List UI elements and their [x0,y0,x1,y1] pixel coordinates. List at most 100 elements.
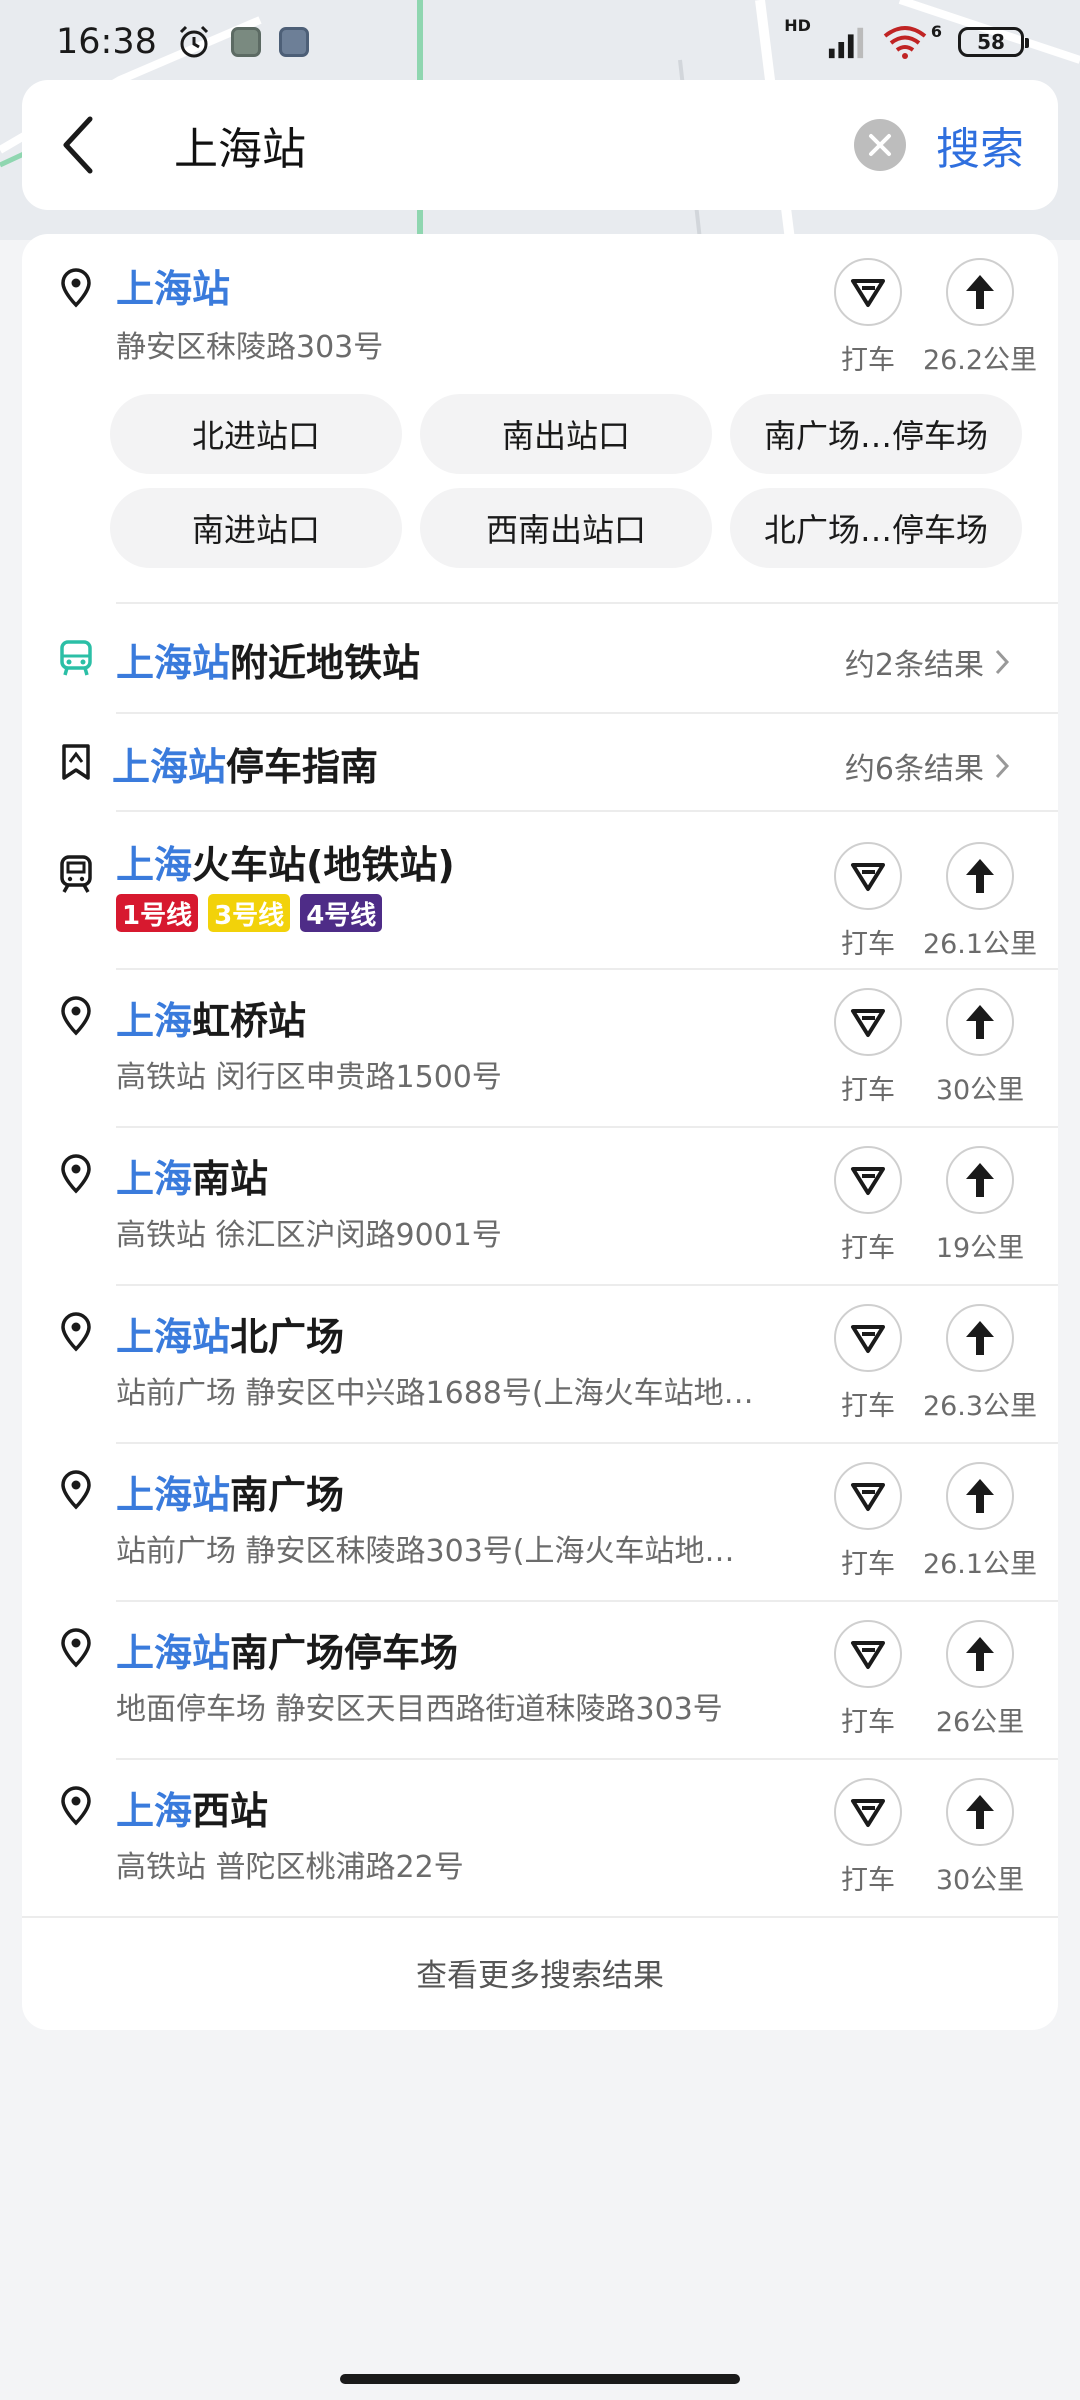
taxi-icon [851,1325,885,1353]
result-count: 约6条结果 [845,744,1010,788]
result-address: 地面停车场 静安区天目西路街道秣陵路303号 [116,1692,723,1727]
results-list: 上海站 静安区秣陵路303号 打车 26.2公里 北进站口 南出站口 南广场…停… [22,234,1058,2030]
taxi-button[interactable]: 打车 [828,842,908,961]
taxi-icon [851,1799,885,1827]
result-title: 上海站停车指南 [112,745,379,789]
clear-search-button[interactable] [854,119,906,171]
result-title: 上海火车站(地铁站) [116,843,455,887]
close-icon [869,134,891,156]
metro-line-tags: 1号线 3号线 4号线 [116,894,383,932]
taxi-button[interactable]: 打车 [828,1778,908,1897]
location-pin-icon [56,1312,96,1352]
navigate-arrow-icon [966,1637,994,1671]
location-pin-icon [56,1786,96,1826]
metro-line-tag: 1号线 [116,894,199,932]
home-indicator[interactable] [340,2374,740,2384]
navigate-arrow-icon [966,1321,994,1355]
search-input[interactable] [174,119,854,171]
search-button[interactable]: 搜索 [936,113,1024,177]
taxi-icon [851,1641,885,1669]
more-results-button[interactable]: 查看更多搜索结果 [22,1950,1058,1995]
search-bar: 搜索 [22,80,1058,210]
chip-entrance[interactable]: 南进站口 [110,488,402,568]
wifi-generation-label: 6 [930,21,942,41]
status-bar: 16:38 HD 6 58 [0,0,1080,84]
navigate-button[interactable]: 26公里 [936,1620,1024,1739]
taxi-icon [851,1009,885,1037]
list-item-nearby-metro[interactable]: 上海站附近地铁站 约2条结果 [22,604,1058,714]
navigate-button[interactable]: 26.1公里 [923,1462,1037,1581]
navigate-arrow-icon [966,275,994,309]
list-item[interactable]: 上海站北广场 站前广场 静安区中兴路1688号(上海火车站地… 打车 26.3公… [22,1286,1058,1444]
navigate-button[interactable]: 26.1公里 [923,842,1037,961]
app-notification-icon [278,27,309,57]
result-address: 高铁站 普陀区桃浦路22号 [116,1850,464,1885]
back-button[interactable] [58,110,128,180]
result-title: 上海站 [116,267,231,311]
divider [22,1916,1058,1918]
list-item-parking-guide[interactable]: 上海站停车指南 约6条结果 [22,714,1058,812]
list-item[interactable]: 上海站南广场 站前广场 静安区秣陵路303号(上海火车站地… 打车 26.1公里 [22,1444,1058,1602]
result-title: 上海站附近地铁站 [116,641,421,685]
location-pin-icon [56,1628,96,1668]
wifi-icon [881,23,929,61]
navigate-arrow-icon [966,1479,994,1513]
chip-entrance[interactable]: 北广场…停车场 [730,488,1022,568]
navigate-button[interactable]: 19公里 [936,1146,1024,1265]
result-title: 上海站南广场停车场 [116,1631,459,1675]
navigate-button[interactable]: 30公里 [936,988,1024,1107]
navigate-button[interactable]: 26.2公里 [923,258,1037,377]
result-title: 上海站南广场 [116,1473,345,1517]
metro-line-tag: 3号线 [208,894,291,932]
battery-level: 58 [977,30,1005,54]
app-notification-icon [230,27,261,57]
status-time: 16:38 [56,22,157,62]
taxi-button[interactable]: 打车 [828,1146,908,1265]
result-title: 上海南站 [116,1157,269,1201]
alarm-icon [175,23,213,61]
location-pin-icon [56,1470,96,1510]
result-address: 高铁站 闵行区申贵路1500号 [116,1060,502,1095]
chevron-right-icon [995,649,1010,675]
parking-bookmark-icon [56,742,96,782]
taxi-button[interactable]: 打车 [828,1304,908,1423]
taxi-icon [851,279,885,307]
navigate-button[interactable]: 26.3公里 [923,1304,1037,1423]
result-address: 静安区秣陵路303号 [116,330,384,365]
chip-entrance[interactable]: 西南出站口 [420,488,712,568]
list-item-metro-station[interactable]: 上海火车站(地铁站) 1号线 3号线 4号线 打车 26.1公里 [22,812,1058,970]
result-title: 上海虹桥站 [116,999,307,1043]
network-type-label: HD [784,15,811,35]
list-item[interactable]: 上海南站 高铁站 徐汇区沪闵路9001号 打车 19公里 [22,1128,1058,1286]
taxi-button[interactable]: 打车 [828,1620,908,1739]
battery-icon: 58 [958,27,1029,57]
list-item-top-result[interactable]: 上海站 静安区秣陵路303号 打车 26.2公里 北进站口 南出站口 南广场…停… [22,234,1058,604]
taxi-button[interactable]: 打车 [828,988,908,1107]
taxi-icon [851,863,885,891]
result-address: 高铁站 徐汇区沪闵路9001号 [116,1218,502,1253]
taxi-button[interactable]: 打车 [828,1462,908,1581]
signal-icon [827,23,865,61]
navigate-arrow-icon [966,1163,994,1197]
list-item[interactable]: 上海站南广场停车场 地面停车场 静安区天目西路街道秣陵路303号 打车 26公里 [22,1602,1058,1760]
bus-icon [56,638,96,678]
list-item[interactable]: 上海虹桥站 高铁站 闵行区申贵路1500号 打车 30公里 [22,970,1058,1128]
result-count: 约2条结果 [845,640,1010,684]
result-address: 站前广场 静安区中兴路1688号(上海火车站地… [116,1376,754,1411]
chevron-right-icon [995,753,1010,779]
chip-entrance[interactable]: 北进站口 [110,394,402,474]
chip-entrance[interactable]: 南出站口 [420,394,712,474]
result-title: 上海站北广场 [116,1315,345,1359]
navigate-arrow-icon [966,1795,994,1829]
navigate-arrow-icon [966,859,994,893]
list-item[interactable]: 上海西站 高铁站 普陀区桃浦路22号 打车 30公里 [22,1760,1058,1918]
chip-entrance[interactable]: 南广场…停车场 [730,394,1022,474]
result-title: 上海西站 [116,1789,269,1833]
metro-line-tag: 4号线 [300,894,383,932]
navigate-button[interactable]: 30公里 [936,1778,1024,1897]
taxi-button[interactable]: 打车 [828,258,908,377]
result-address: 站前广场 静安区秣陵路303号(上海火车站地… [116,1534,735,1569]
navigate-arrow-icon [966,1005,994,1039]
location-pin-icon [56,1154,96,1194]
location-pin-icon [56,996,96,1036]
